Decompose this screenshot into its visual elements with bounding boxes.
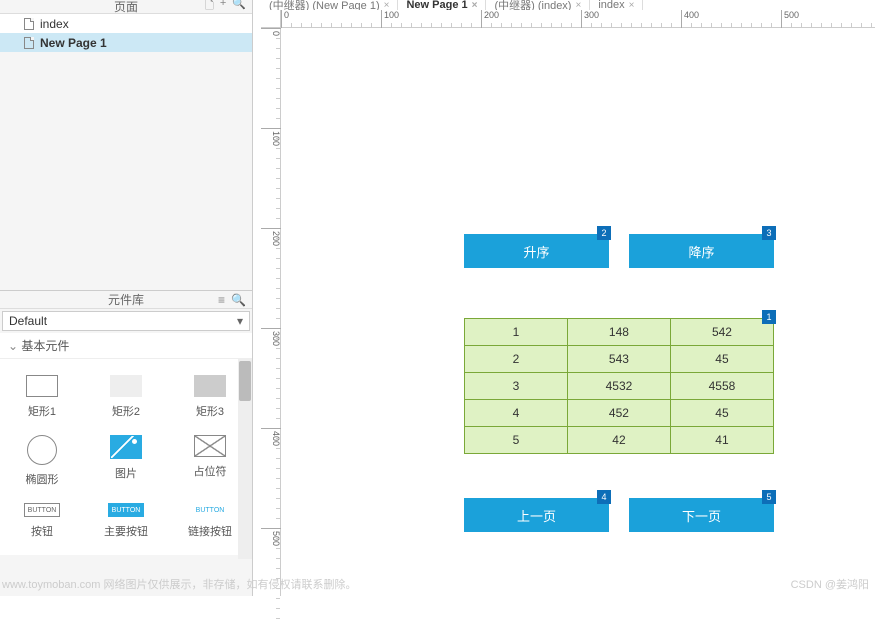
watermark-left: www.toymoban.com 网络图片仅供展示，非存储，如有侵权请联系删除。 [2,576,356,592]
link-button-icon: BUTTON [192,503,228,517]
close-icon[interactable]: × [629,0,635,11]
table-cell[interactable]: 1 [465,319,568,346]
widgets-grid: 矩形1 矩形2 矩形3 椭圆形 图片 占位符 BUTTON按钮 BUTTON主要… [0,359,252,555]
repeater-widget[interactable]: 1148542254345345324558445245542411 [464,318,774,453]
pages-header: 页面 🗋 + 🔍 [0,0,252,14]
widget-image[interactable]: 图片 [84,427,168,495]
table-row[interactable]: 54241 [465,427,774,454]
ellipse-icon [27,435,57,465]
add-folder-icon[interactable]: + [220,0,226,16]
tab-repeater-newpage1[interactable]: (中继器) (New Page 1)× [261,0,398,10]
table-cell[interactable]: 45 [670,400,773,427]
rect3-icon [194,375,226,397]
canvas-button-降序[interactable]: 降序3 [629,234,774,268]
table-cell[interactable]: 2 [465,346,568,373]
canvas-button-升序[interactable]: 升序2 [464,234,609,268]
table-cell[interactable]: 452 [567,400,670,427]
button-icon: BUTTON [24,503,60,517]
table-cell[interactable]: 4532 [567,373,670,400]
close-icon[interactable]: × [384,0,390,11]
design-surface[interactable]: 升序2降序3上一页4下一页511485422543453453245584452… [281,28,875,596]
search-icon[interactable]: 🔍 [231,293,246,307]
footnote-badge[interactable]: 1 [762,310,776,324]
ruler-horizontal[interactable]: 0100200300400500 [281,10,875,28]
library-section[interactable]: 基本元件 [0,333,252,359]
ruler-tick: 0 [261,28,281,36]
table-cell[interactable]: 4 [465,400,568,427]
ruler-corner [261,10,281,28]
canvas-button-下一页[interactable]: 下一页5 [629,498,774,532]
page-item-newpage1[interactable]: New Page 1 [0,33,252,52]
table-cell[interactable]: 543 [567,346,670,373]
table-cell[interactable]: 45 [670,346,773,373]
footnote-badge[interactable]: 4 [597,490,611,504]
tab-index[interactable]: index× [590,0,643,10]
scrollbar-thumb[interactable] [239,361,251,401]
library-panel: 元件库 ≡ 🔍 Default 基本元件 矩形1 矩形2 矩形3 椭圆形 图片 … [0,290,253,596]
table-cell[interactable]: 3 [465,373,568,400]
image-icon [110,435,142,459]
tab-bar: (中继器) (New Page 1)× New Page 1× (中继器) (i… [261,0,643,10]
library-header: 元件库 ≡ 🔍 [0,291,252,309]
widget-primary-button[interactable]: BUTTON主要按钮 [84,495,168,547]
rect2-icon [110,375,142,397]
table-cell[interactable]: 4558 [670,373,773,400]
rect1-icon [26,375,58,397]
watermark-right: CSDN @姜鸿阳 [791,576,869,592]
table-row[interactable]: 345324558 [465,373,774,400]
page-tree: index New Page 1 [0,14,252,52]
table-cell[interactable]: 148 [567,319,670,346]
scrollbar[interactable] [238,359,252,559]
menu-icon[interactable]: ≡ [218,293,225,307]
page-icon [24,37,34,49]
footnote-badge[interactable]: 5 [762,490,776,504]
table-row[interactable]: 1148542 [465,319,774,346]
add-page-icon[interactable]: 🗋 [205,0,214,16]
table-cell[interactable]: 5 [465,427,568,454]
library-title: 元件库 [108,291,144,308]
tab-repeater-index[interactable]: (中继器) (index)× [486,0,590,10]
repeater-table[interactable]: 114854225434534532455844524554241 [464,318,774,454]
table-cell[interactable]: 542 [670,319,773,346]
table-cell[interactable]: 41 [670,427,773,454]
widget-ellipse[interactable]: 椭圆形 [0,427,84,495]
table-cell[interactable]: 42 [567,427,670,454]
page-icon [24,18,34,30]
placeholder-icon [194,435,226,457]
search-icon[interactable]: 🔍 [232,0,246,16]
ruler-tick: 0 [281,10,289,28]
canvas-button-上一页[interactable]: 上一页4 [464,498,609,532]
widget-rect2[interactable]: 矩形2 [84,367,168,427]
library-dropdown[interactable]: Default [2,311,250,331]
close-icon[interactable]: × [575,0,581,11]
table-row[interactable]: 445245 [465,400,774,427]
tab-newpage1[interactable]: New Page 1× [398,0,486,10]
close-icon[interactable]: × [472,0,478,11]
primary-button-icon: BUTTON [108,503,144,517]
ruler-vertical[interactable]: 0100200300400500 [261,28,281,596]
footnote-badge[interactable]: 3 [762,226,776,240]
footnote-badge[interactable]: 2 [597,226,611,240]
table-row[interactable]: 254345 [465,346,774,373]
widget-rect1[interactable]: 矩形1 [0,367,84,427]
widget-button[interactable]: BUTTON按钮 [0,495,84,547]
canvas: 0100200300400500 0100200300400500 升序2 降序3… [261,10,875,596]
pages-panel: 页面 🗋 + 🔍 index New Page 1 [0,0,253,290]
pages-title: 页面 [114,0,138,15]
page-item-index[interactable]: index [0,14,252,33]
